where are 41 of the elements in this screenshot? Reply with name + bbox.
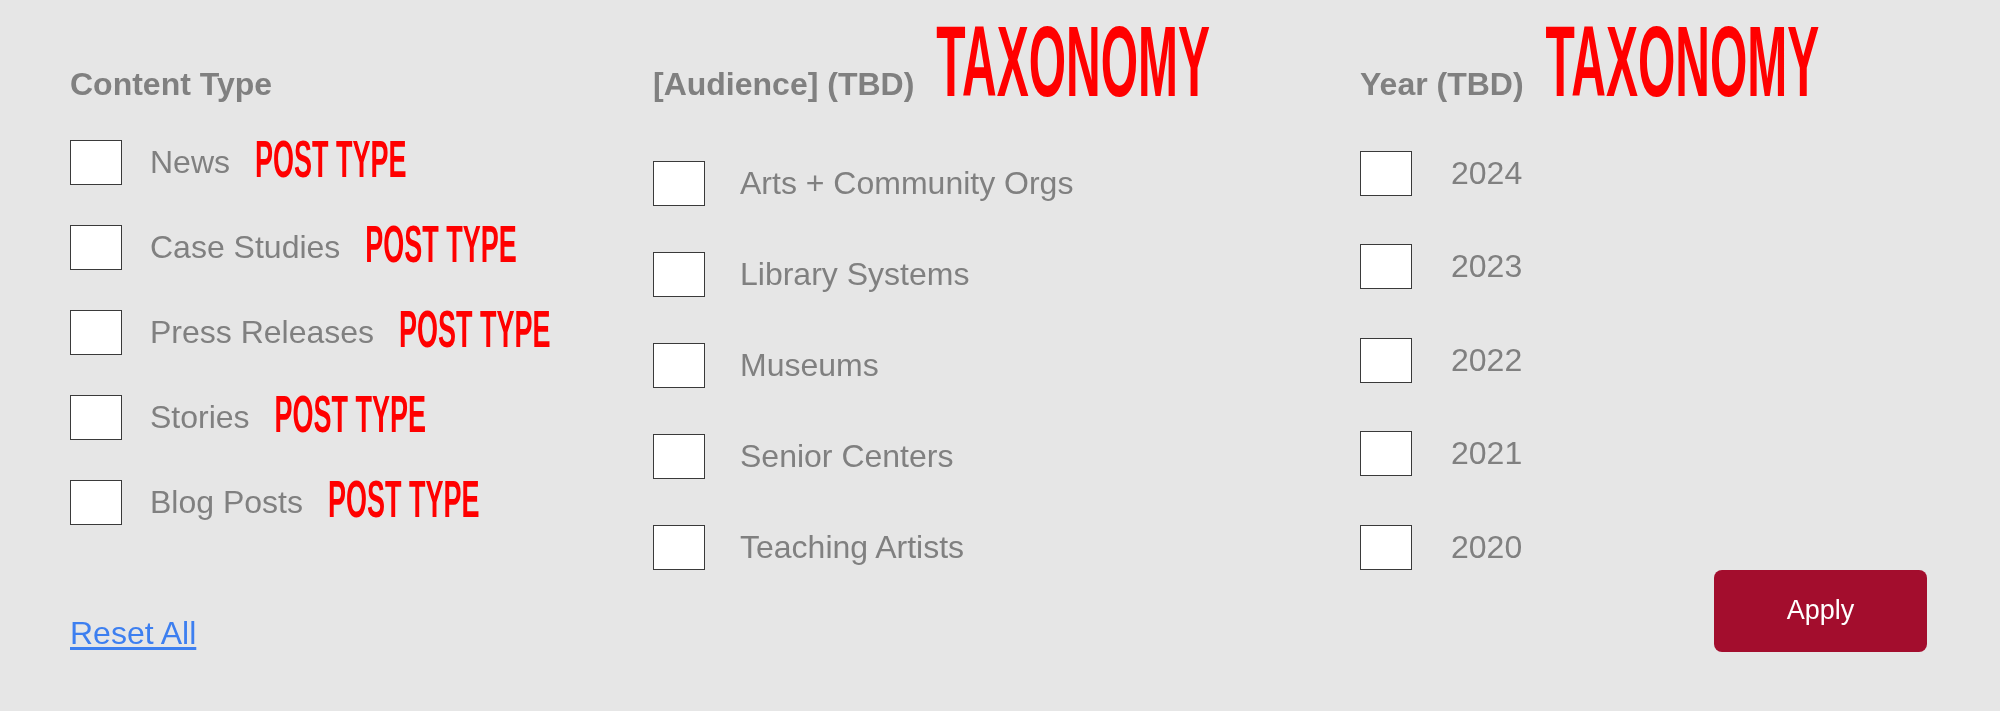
filter-heading: [Audience] (TBD) — [653, 68, 915, 100]
annotation-text: POST TYPE — [327, 479, 480, 519]
checkbox[interactable] — [70, 140, 122, 185]
option-label: 2022 — [1451, 340, 1523, 380]
option-label: News — [150, 143, 230, 182]
option-label: Teaching Artists — [740, 528, 965, 567]
option-label: 2024 — [1451, 153, 1523, 193]
checkbox[interactable] — [70, 310, 122, 355]
option-label: Case Studies — [150, 228, 341, 267]
option-label: Museums — [740, 346, 879, 385]
annotation-text: TAXONOMY — [936, 25, 1211, 101]
checkbox[interactable] — [70, 225, 122, 270]
checkbox[interactable] — [1360, 431, 1412, 476]
checkbox[interactable] — [653, 252, 705, 297]
option-label: Senior Centers — [740, 437, 954, 476]
option-label: Library Systems — [740, 255, 970, 294]
annotation-text: POST TYPE — [365, 224, 517, 264]
checkbox[interactable] — [70, 395, 122, 440]
filter-heading: Content Type — [70, 68, 273, 100]
checkbox[interactable] — [70, 480, 122, 525]
checkbox[interactable] — [653, 161, 705, 206]
annotation-text: POST TYPE — [255, 139, 407, 179]
checkbox[interactable] — [1360, 150, 1412, 196]
checkbox[interactable] — [653, 343, 705, 388]
checkbox[interactable] — [653, 434, 705, 479]
option-label: Stories — [150, 398, 250, 437]
checkbox[interactable] — [1360, 524, 1412, 570]
option-label: 2020 — [1451, 527, 1523, 567]
option-label: 2021 — [1451, 434, 1523, 473]
option-label: Arts + Community Orgs — [740, 164, 1074, 203]
checkbox[interactable] — [653, 525, 705, 570]
apply-button[interactable]: Apply — [1714, 569, 1927, 652]
annotation-text: TAXONOMY — [1545, 25, 1820, 101]
option-label: 2023 — [1451, 247, 1523, 286]
annotation-text: POST TYPE — [274, 394, 427, 434]
option-label: Press Releases — [150, 313, 375, 352]
checkbox[interactable] — [1360, 244, 1412, 289]
annotation-text: POST TYPE — [399, 309, 551, 349]
filter-heading: Year (TBD) — [1360, 68, 1524, 100]
checkbox[interactable] — [1360, 337, 1412, 383]
option-label: Blog Posts — [150, 483, 303, 522]
